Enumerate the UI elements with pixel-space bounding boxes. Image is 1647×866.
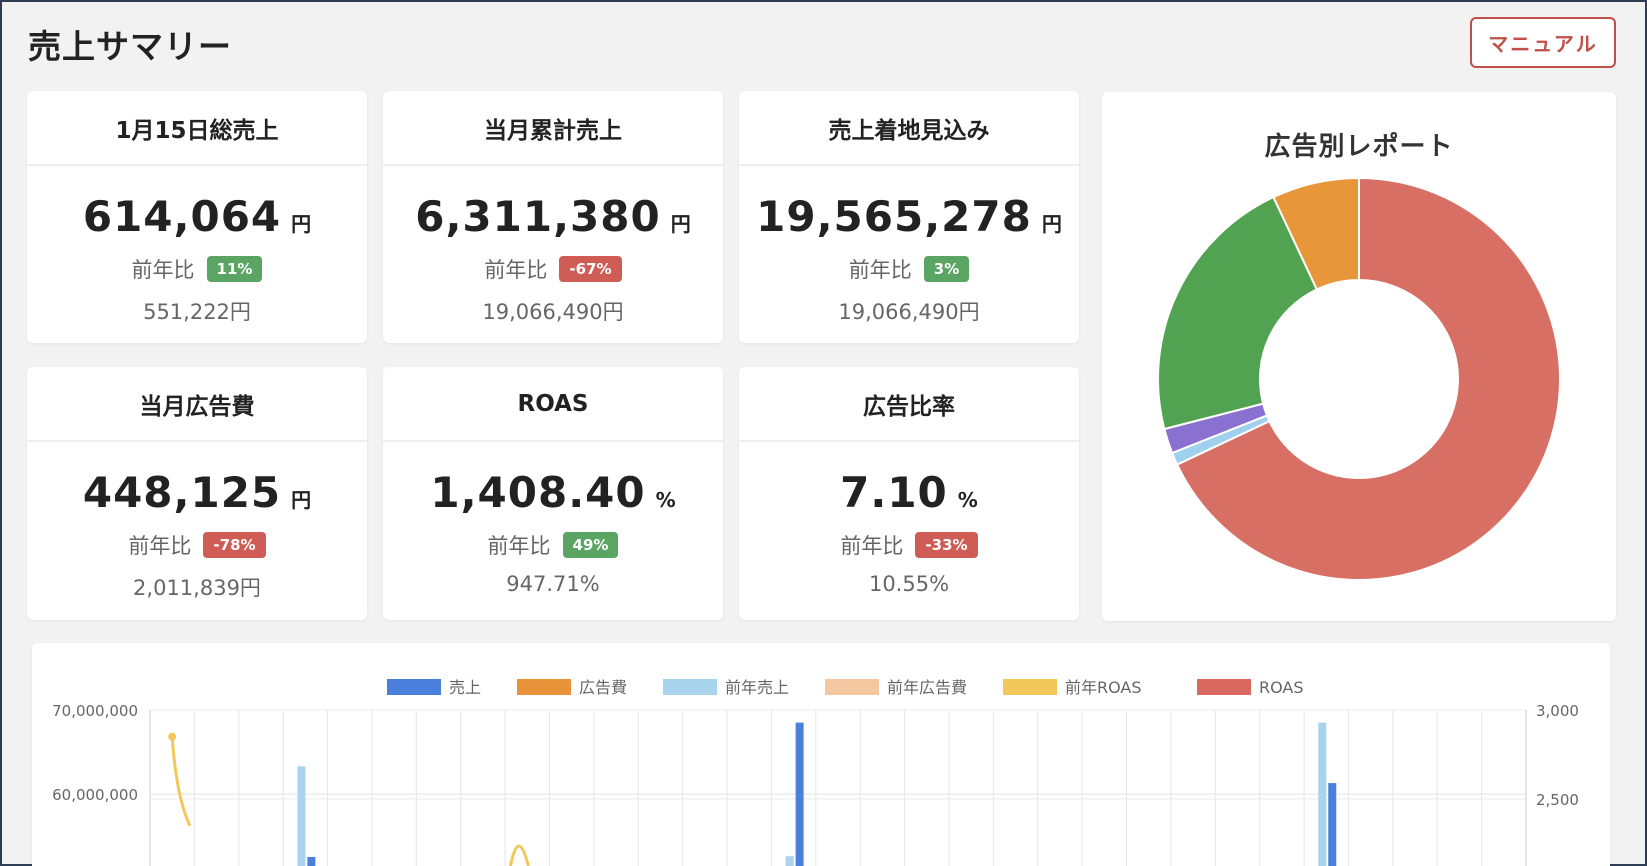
y-right-tick-label: 3,000 <box>1536 702 1579 720</box>
kpi-title: ROAS <box>383 367 723 442</box>
prev-year-value: 551,222円 <box>143 300 251 324</box>
donut-chart <box>1157 176 1561 581</box>
legend-item[interactable]: 広告費 <box>517 678 627 697</box>
legend-label: 前年広告費 <box>887 678 967 697</box>
yoy-badge: 11% <box>206 256 263 282</box>
yoy-label: 前年比 <box>840 534 904 558</box>
yoy-badge: -67% <box>559 256 622 282</box>
yoy-badge: 49% <box>562 532 619 558</box>
legend-swatch <box>825 679 879 695</box>
kpi-title: 1月15日総売上 <box>27 91 367 166</box>
bar-prev-sales[interactable] <box>1318 722 1327 866</box>
kpi-card-roas: ROAS 1,408.40% 前年比 49% 947.71% <box>383 367 723 620</box>
point-prev-roas[interactable] <box>168 732 177 741</box>
bar-prev-sales[interactable] <box>297 766 306 866</box>
legend-label: 前年売上 <box>725 678 789 697</box>
legend-label: 売上 <box>449 678 481 697</box>
line-prev-roas-segment <box>508 844 530 866</box>
kpi-unit: 円 <box>1041 212 1062 236</box>
legend-item[interactable]: ROAS <box>1197 678 1304 697</box>
yoy-badge: 3% <box>923 256 970 282</box>
yoy-label: 前年比 <box>487 534 551 558</box>
kpi-value: 7.10 <box>840 468 948 517</box>
bar-sales[interactable] <box>1328 783 1337 866</box>
yoy-label: 前年比 <box>131 258 195 282</box>
legend-item[interactable]: 前年売上 <box>663 678 789 697</box>
kpi-card-ad-cost: 当月広告費 448,125 円 前年比 -78% 2,011,839円 <box>27 367 367 620</box>
y-right-tick-label: 2,500 <box>1536 791 1579 809</box>
prev-year-value: 10.55% <box>868 572 950 596</box>
ad-report-card: 広告別レポート <box>1102 92 1616 621</box>
prev-year-value: 19,066,490円 <box>482 300 624 324</box>
kpi-card-daily-sales: 1月15日総売上 614,064 円 前年比 11% 551,222円 <box>27 91 367 343</box>
sales-combo-chart: 売上 広告費 前年売上 前年広告費 前年ROAS ROAS 70,000,000 60,000… <box>52 678 1579 866</box>
legend-swatch <box>517 679 571 695</box>
y-left-tick-label: 70,000,000 <box>52 702 138 720</box>
legend-swatch <box>1197 679 1251 695</box>
bar-sales[interactable] <box>307 857 316 866</box>
sales-combo-chart-card: 売上 広告費 前年売上 前年広告費 前年ROAS ROAS 70,000,000 60,000… <box>32 643 1610 866</box>
legend-label: ROAS <box>1259 678 1304 697</box>
legend-label: 広告費 <box>579 678 627 697</box>
prev-year-value: 947.71% <box>506 572 600 596</box>
yoy-badge: -78% <box>203 532 266 558</box>
kpi-value: 614,064 <box>82 192 282 241</box>
legend-label: 前年ROAS <box>1065 678 1142 697</box>
kpi-value: 1,408.40 <box>430 468 646 517</box>
bar-prev-sales[interactable] <box>785 856 794 866</box>
yoy-label: 前年比 <box>848 258 912 282</box>
legend-swatch <box>663 679 717 695</box>
legend-item[interactable]: 前年広告費 <box>825 678 967 697</box>
kpi-unit: 円 <box>670 212 691 236</box>
kpi-title: 売上着地見込み <box>739 91 1079 166</box>
yoy-badge: -33% <box>915 532 978 558</box>
prev-year-value: 19,066,490円 <box>838 300 980 324</box>
kpi-title: 当月累計売上 <box>383 91 723 166</box>
kpi-card-ad-ratio: 広告比率 7.10% 前年比 -33% 10.55% <box>739 367 1079 620</box>
legend-item[interactable]: 売上 <box>387 678 481 697</box>
yoy-label: 前年比 <box>128 534 192 558</box>
kpi-unit: 円 <box>291 488 312 512</box>
legend-item[interactable]: 前年ROAS <box>1003 678 1142 697</box>
kpi-unit: 円 <box>291 212 312 236</box>
yoy-label: 前年比 <box>484 258 548 282</box>
manual-button[interactable]: マニュアル <box>1470 17 1616 68</box>
kpi-title: 広告比率 <box>739 367 1079 442</box>
kpi-unit: % <box>655 488 676 512</box>
kpi-value: 19,565,278 <box>756 192 1032 241</box>
kpi-value: 448,125 <box>82 468 282 517</box>
legend-swatch <box>1003 679 1057 695</box>
kpi-card-sales-forecast: 売上着地見込み 19,565,278 円 前年比 3% 19,066,490円 <box>739 91 1079 343</box>
kpi-value: 6,311,380 <box>415 192 661 241</box>
kpi-card-monthly-sales: 当月累計売上 6,311,380 円 前年比 -67% 19,066,490円 <box>383 91 723 343</box>
y-left-tick-label: 60,000,000 <box>52 786 138 804</box>
line-prev-roas <box>170 736 192 827</box>
kpi-title: 当月広告費 <box>27 367 367 442</box>
kpi-unit: % <box>957 488 978 512</box>
legend-swatch <box>387 679 441 695</box>
page-title: 売上サマリー <box>28 27 232 66</box>
bar-sales[interactable] <box>795 722 804 866</box>
prev-year-value: 2,011,839円 <box>133 576 261 600</box>
